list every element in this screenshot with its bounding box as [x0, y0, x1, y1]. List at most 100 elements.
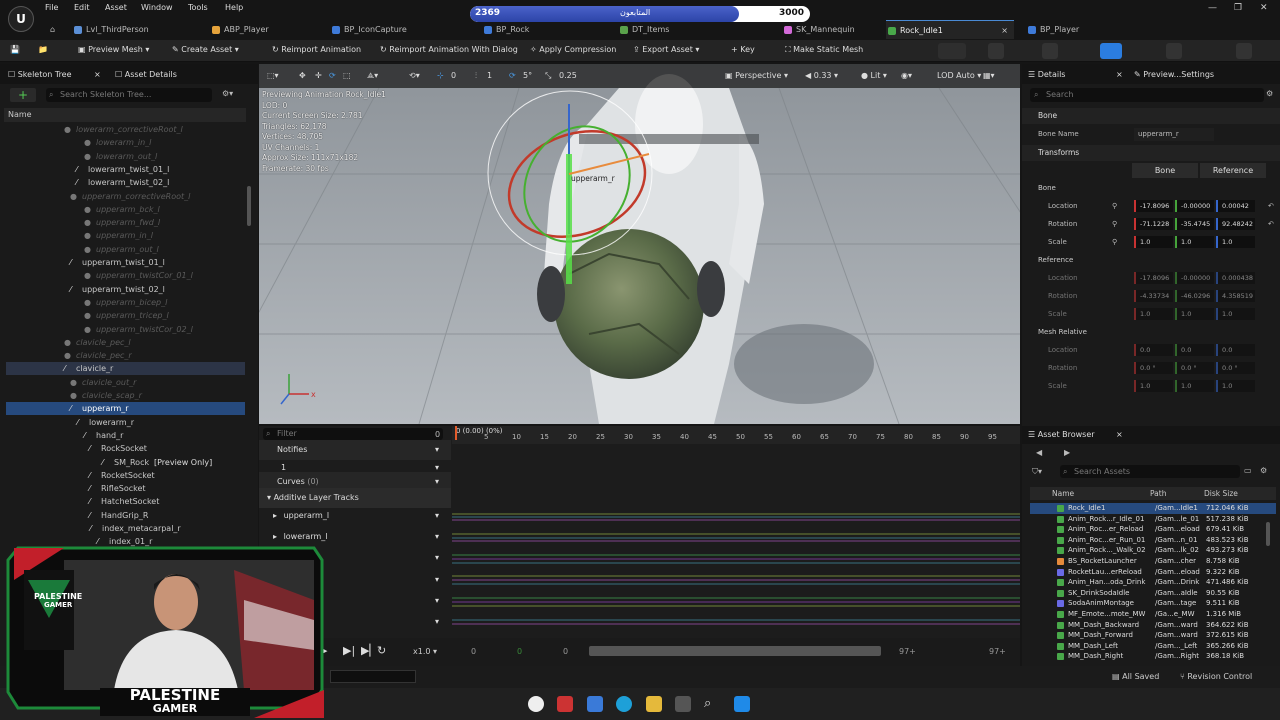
asset-row[interactable]: MM_Dash_Backward/Gam...ward 364.622 KiB — [1030, 620, 1276, 631]
tree-row-upperarm-bck-l[interactable]: ● upperarm_bck_l — [6, 203, 245, 216]
layout-icon[interactable]: ▦▾ — [983, 71, 995, 80]
edge-taskbar-icon[interactable] — [616, 696, 632, 712]
angle-snap-value[interactable]: 5° — [523, 71, 532, 80]
tree-row-lowerarm-correctiveroot-l[interactable]: ● lowerarm_correctiveRoot_l — [6, 123, 245, 136]
reference-space-button[interactable]: Reference — [1200, 163, 1266, 178]
tab-bp-iconcapture[interactable]: BP_IconCapture — [330, 20, 470, 39]
tree-row-lowerarm-out-l[interactable]: ● lowerarm_out_l — [6, 150, 245, 163]
settings-gear-icon[interactable]: ⚙ — [1260, 466, 1267, 475]
save-status[interactable]: ▤ All Saved — [1112, 672, 1159, 681]
scale-icon[interactable]: ⬚ — [343, 71, 351, 80]
tree-row-clavicle-out-r[interactable]: ● clavicle_out_r — [6, 376, 245, 389]
dropdown-icon[interactable]: ▾ — [435, 612, 439, 632]
asset-row[interactable]: Anim_Roc...er_Run_01/Gam...n_01 483.523 K… — [1030, 535, 1276, 546]
loop-icon[interactable]: ↻ — [377, 644, 386, 657]
asset-row[interactable]: BS_RocketLauncher/Gam...cher 8.758 KiB — [1030, 556, 1276, 567]
close-tab-icon[interactable]: × — [1001, 21, 1008, 40]
world-local-icon[interactable]: ⟲▾ — [409, 71, 420, 80]
menu-edit[interactable]: Edit — [74, 3, 90, 12]
dropdown-icon[interactable]: ▾ — [435, 440, 439, 460]
close-icon[interactable]: × — [1116, 66, 1123, 84]
bone-rot-y-field[interactable]: -35.4745 — [1175, 218, 1214, 230]
revision-control-button[interactable]: ⑂ Revision Control — [1180, 672, 1252, 681]
asset-row[interactable]: MM_Dash_Forward/Gam...ward 372.615 KiB — [1030, 630, 1276, 641]
track-keys-area[interactable] — [452, 510, 1020, 634]
tree-row-rocksocket[interactable]: ⁄ RockSocket — [6, 442, 245, 455]
skeleton-mode-icon[interactable] — [988, 43, 1004, 59]
mesh-mode-icon[interactable] — [1042, 43, 1058, 59]
tree-row-upperarm-fwd-l[interactable]: ● upperarm_fwd_l — [6, 216, 245, 229]
details-search-input[interactable]: ⌕ Search — [1030, 88, 1264, 102]
taskview-taskbar-icon[interactable] — [675, 696, 691, 712]
asset-scrollbar[interactable] — [1266, 522, 1270, 546]
asset-search-input[interactable]: ⌕ Search Assets — [1060, 465, 1240, 478]
explorer-taskbar-icon[interactable] — [646, 696, 662, 712]
fov-dropdown[interactable]: ◀ 0.33 ▾ — [805, 71, 838, 80]
space-toggle-icon[interactable]: ⚲ — [1112, 234, 1117, 251]
menu-help[interactable]: Help — [225, 3, 243, 12]
transforms-section-header[interactable]: Transforms — [1022, 145, 1280, 161]
tree-row-upperarm-twist-02-l[interactable]: ⁄ upperarm_twist_02_l — [6, 283, 245, 296]
tree-row-lowerarm-twist-01-l[interactable]: ⁄ lowerarm_twist_01_l — [6, 163, 245, 176]
col-name[interactable]: Name — [1052, 487, 1074, 500]
asset-row[interactable]: SK_DrinkSodaIdle/Gam...aIdle 90.55 KiB — [1030, 588, 1276, 599]
translate-icon-2[interactable]: ✛ — [315, 71, 322, 80]
rotate-icon[interactable]: ⟳ — [329, 71, 336, 80]
scale-snap-value[interactable]: 0.25 — [559, 71, 577, 80]
mesh-relative-header[interactable]: Mesh Relative — [1022, 324, 1280, 341]
close-icon[interactable]: × — [94, 66, 101, 84]
space-toggle-icon[interactable]: ⚲ — [1112, 198, 1117, 215]
asset-row[interactable]: Anim_Rock...r_Idle_01/Gam...le_01 517.238… — [1030, 514, 1276, 525]
tab-preview-settings[interactable]: ✎ Preview...Settings — [1134, 66, 1214, 84]
tab-asset-browser[interactable]: ☰ Asset Browser — [1028, 426, 1095, 444]
select-tool-icon[interactable]: ⬚▾ — [267, 71, 279, 80]
dropdown-icon[interactable]: ▾ — [435, 591, 439, 611]
tree-row-upperarm-in-l[interactable]: ● upperarm_in_l — [6, 229, 245, 242]
store-taskbar-icon[interactable] — [587, 696, 603, 712]
unreal-taskbar-icon[interactable] — [528, 696, 544, 712]
bone-space-button[interactable]: Bone — [1132, 163, 1198, 178]
menu-file[interactable]: File — [45, 3, 58, 12]
tab-dt-items[interactable]: DT_Items — [618, 20, 738, 39]
scale-snap-icon[interactable]: ⤡ — [545, 71, 551, 81]
lit-dropdown[interactable]: ● Lit ▾ — [861, 71, 887, 80]
timeline-ruler[interactable]: 0 (0.00) (0%) 5 10 15 20 25 30 35 40 45 50 55 60 65 7… — [452, 426, 1020, 444]
physics-mode-icon[interactable] — [1236, 43, 1252, 59]
menu-window[interactable]: Window — [141, 3, 173, 12]
lod-dropdown[interactable]: LOD Auto ▾ — [937, 71, 981, 80]
tree-row-lowerarm-r[interactable]: ⁄ lowerarm_r — [6, 416, 245, 429]
bone-loc-x-field[interactable]: -17.8096 — [1134, 200, 1173, 212]
console-input[interactable] — [330, 670, 416, 683]
asset-row[interactable]: Rock_Idle1/Gam...Idle1 712.046 KiB — [1030, 503, 1276, 514]
tree-row-riflesocket[interactable]: ⁄ RifleSocket — [6, 482, 245, 495]
preview-viewport[interactable]: x upperarm_r ⬚▾ ✥ ✛ ⟳ ⬚ ⟁▾ ⟲▾ ⊹ 0 ⫶ 1 ⟳ … — [259, 64, 1020, 424]
animation-mode-icon[interactable] — [1100, 43, 1122, 59]
bone-rot-x-field[interactable]: -71.1228 — [1134, 218, 1173, 230]
rotate-snap-value[interactable]: 1 — [487, 71, 492, 80]
search-taskbar-icon[interactable]: ⌕ — [704, 696, 720, 712]
skip-end-icon[interactable]: ▶▏ — [361, 644, 378, 657]
apply-compression-button[interactable]: ✧ Apply Compression — [530, 45, 616, 54]
settings-gear-icon[interactable]: ⚙▾ — [222, 89, 233, 98]
bone-scale-y-field[interactable]: 1.0 — [1175, 236, 1214, 248]
close-window-icon[interactable]: ✕ — [1260, 3, 1268, 13]
export-asset-button[interactable]: ⇪ Export Asset ▾ — [633, 45, 699, 54]
dropdown-icon[interactable]: ▾ — [435, 570, 439, 590]
show-dropdown-icon[interactable]: ◉▾ — [901, 71, 912, 80]
bone-scale-z-field[interactable]: 1.0 — [1216, 236, 1255, 248]
tab-lvl-thirdperson[interactable]: Lvl_ThirdPerson — [72, 20, 202, 39]
grid-snap-icon[interactable]: ⊹ — [437, 71, 444, 80]
bone-loc-y-field[interactable]: -0.00000 — [1175, 200, 1214, 212]
tree-scrollbar[interactable] — [247, 186, 251, 226]
col-disk-size[interactable]: Disk Size — [1204, 487, 1238, 500]
track-filter-input[interactable]: ⌕ Filter — [263, 428, 443, 440]
browse-icon[interactable]: 📁 — [38, 45, 48, 54]
bone-loc-z-field[interactable]: 0.00042 — [1216, 200, 1255, 212]
track-upperarm-l[interactable]: ▸ upperarm_l ▾ — [259, 506, 451, 526]
asset-row[interactable]: Anim_Roc...er_Reload/Gam...eload 679.41 K… — [1030, 524, 1276, 535]
tree-row-rocketsocket[interactable]: ⁄ RocketSocket — [6, 469, 245, 482]
home-tab-icon[interactable]: ⌂ — [48, 20, 62, 39]
reset-icon[interactable]: ↶ — [1268, 198, 1274, 215]
bone-scale-x-field[interactable]: 1.0 — [1134, 236, 1173, 248]
reset-icon[interactable]: ↶ — [1268, 216, 1274, 233]
